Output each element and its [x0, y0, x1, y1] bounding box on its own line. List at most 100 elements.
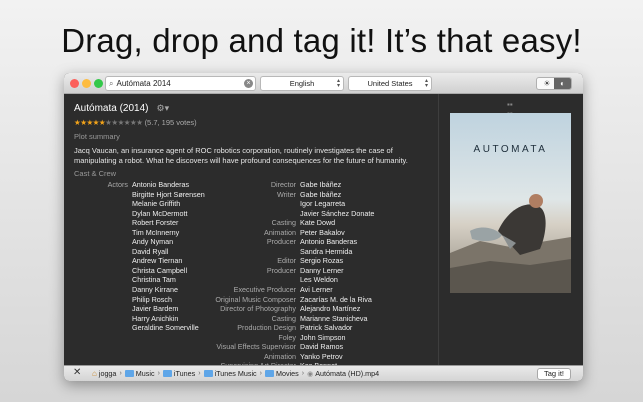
breadcrumb-label: Autómata (HD).mp4: [315, 369, 380, 378]
chevron-right-icon: ›: [198, 370, 201, 377]
chevron-right-icon: ›: [259, 370, 262, 377]
plot-summary: Jacq Vaucan, an insurance agent of ROC r…: [74, 146, 408, 165]
breadcrumb-label: Movies: [275, 369, 299, 378]
crew-role: Foley: [278, 332, 296, 342]
close-icon[interactable]: ✕: [73, 367, 81, 378]
clear-search-icon[interactable]: ×: [244, 79, 253, 88]
crew-role: Original Music Composer: [215, 294, 296, 304]
crew-name: Sergio Rozas: [300, 256, 344, 266]
crew-name: John Simpson: [300, 332, 346, 342]
crew-role: Director of Photography: [220, 304, 296, 314]
breadcrumb-item[interactable]: ⌂ jogga: [92, 369, 116, 378]
cast-crew-label: Cast & Crew: [74, 169, 117, 178]
toolbar: ⌕ Autómata 2014 × English ▴ ▾ United Stat…: [64, 73, 583, 94]
breadcrumb-item[interactable]: Movies: [264, 369, 299, 378]
close-window-button[interactable]: [70, 79, 79, 88]
folder-icon: [162, 370, 172, 377]
tag-it-button[interactable]: Tag it!: [536, 368, 571, 380]
country-select[interactable]: United States ▴ ▾: [348, 76, 432, 91]
crew-role: [204, 209, 296, 219]
crew-role: Writer: [276, 189, 296, 199]
crew-role: Executive Producer: [233, 285, 296, 295]
crew-name: Danny Lerner: [300, 265, 344, 275]
crew-name: Zacarías M. de la Riva: [300, 294, 372, 304]
breadcrumb-label: iTunes Music: [214, 369, 257, 378]
crew-role: Casting: [271, 313, 296, 323]
crew-name: Marianne Stanicheva: [300, 313, 368, 323]
language-select[interactable]: English ▴ ▾: [260, 76, 344, 91]
breadcrumb-label: iTunes: [173, 369, 196, 378]
sun-icon[interactable]: ☀: [539, 78, 555, 89]
zoom-window-button[interactable]: [94, 79, 103, 88]
minimize-window-button[interactable]: [82, 79, 91, 88]
crew-name: Les Weldon: [300, 275, 338, 285]
plot-summary-label: Plot summary: [74, 132, 120, 141]
crew-role: Animation: [264, 227, 296, 237]
breadcrumb: ⌂ jogga › Music › iTunes › iTunes Music › Movies ›…: [92, 369, 379, 378]
crew-role: [204, 247, 296, 257]
crew-names-column: Gabe Ibáñez Gabe Ibáñez Igor Legarreta Javi…: [300, 180, 430, 371]
country-value: United States: [367, 79, 413, 88]
crew-role: Production Design: [237, 323, 296, 333]
crew-role: Editor: [277, 256, 296, 266]
main-content: Autómata (2014) ⚙▾ ★★★★★★★★★★★ (5.7, 195…: [64, 94, 583, 370]
language-value: English: [289, 79, 315, 88]
details-panel: Autómata (2014) ⚙▾ ★★★★★★★★★★★ (5.7, 195…: [64, 94, 438, 370]
crew-name: Antonio Banderas: [300, 237, 358, 247]
crew-name: Gabe Ibáñez: [300, 189, 342, 199]
chevron-right-icon: ›: [301, 370, 305, 377]
crew-role: Casting: [271, 218, 296, 228]
crew-name: Kate Dowd: [300, 218, 336, 228]
home-icon: ⌂: [92, 369, 97, 378]
rating-text: (5.7, 195 votes): [144, 118, 197, 127]
movie-title-row: Autómata (2014) ⚙▾: [74, 103, 169, 114]
headline: Drag, drop and tag it! It’s that easy!: [61, 22, 582, 59]
path-bar: ✕ ⌂ jogga › Music › iTunes › iTunes Music › Movie…: [64, 365, 583, 381]
breadcrumb-label: jogga: [98, 369, 117, 378]
folder-icon: [264, 370, 274, 377]
cast-role: Actors: [107, 180, 128, 189]
crew-name: Yanko Petrov: [300, 351, 343, 361]
breadcrumb-item[interactable]: ◉ Autómata (HD).mp4: [307, 369, 379, 378]
crew-name: Javier Sánchez Donate: [300, 208, 375, 218]
gear-icon[interactable]: ⚙▾: [157, 103, 170, 114]
poster-art: [450, 194, 571, 293]
chevron-updown-icon: ▴ ▾: [336, 78, 340, 89]
search-value: Autómata 2014: [116, 79, 171, 88]
breadcrumb-item[interactable]: Music: [124, 369, 155, 378]
moon-icon[interactable]: ◐: [554, 78, 571, 89]
breadcrumb-item[interactable]: iTunes Music: [203, 369, 257, 378]
rating: ★★★★★★★★★★★ (5.7, 195 votes): [74, 118, 197, 127]
folder-icon: [124, 370, 134, 377]
rating-stars-empty: ★★★★★★: [105, 118, 143, 127]
poster-image[interactable]: AUTOMATA: [450, 113, 571, 293]
crew-role: Animation: [264, 351, 296, 361]
breadcrumb-label: Music: [135, 369, 155, 378]
search-input[interactable]: ⌕ Autómata 2014 ×: [105, 76, 256, 91]
crew-name: Alejandro Martínez: [300, 304, 361, 314]
crew-name: Sandra Hermida: [300, 246, 353, 256]
movie-title: Autómata (2014): [74, 103, 149, 114]
crew-name: Avi Lerner: [300, 285, 333, 295]
crew-name: Igor Legarreta: [300, 199, 346, 209]
artwork-panel: ▪▪▪▪ AUTOMATA: [439, 94, 583, 365]
crew-roles-column: Director Writer Casting Animation Producer …: [204, 180, 296, 371]
crew-role: Producer: [266, 237, 296, 247]
file-icon: ◉: [307, 370, 314, 378]
rating-stars-filled: ★★★★★: [74, 118, 106, 127]
poster-title: AUTOMATA: [473, 144, 548, 155]
crew-name: Gabe Ibáñez: [300, 180, 342, 189]
cast-role-column: Actors: [74, 180, 128, 190]
chevron-right-icon: ›: [157, 370, 160, 377]
crew-role: Producer: [266, 265, 296, 275]
crew-role: Visual Effects Supervisor: [216, 342, 296, 352]
crew-role: [204, 275, 296, 285]
folder-icon: [203, 370, 213, 377]
crew-role: Director: [270, 180, 296, 189]
crew-name: Patrick Salvador: [300, 323, 353, 333]
search-icon: ⌕: [109, 78, 114, 88]
theme-toggle[interactable]: ☀ ◐: [536, 77, 572, 90]
crew-name: Peter Bakalov: [300, 227, 345, 237]
breadcrumb-item[interactable]: iTunes: [162, 369, 196, 378]
app-window: ⌕ Autómata 2014 × English ▴ ▾ United Stat…: [64, 73, 583, 381]
